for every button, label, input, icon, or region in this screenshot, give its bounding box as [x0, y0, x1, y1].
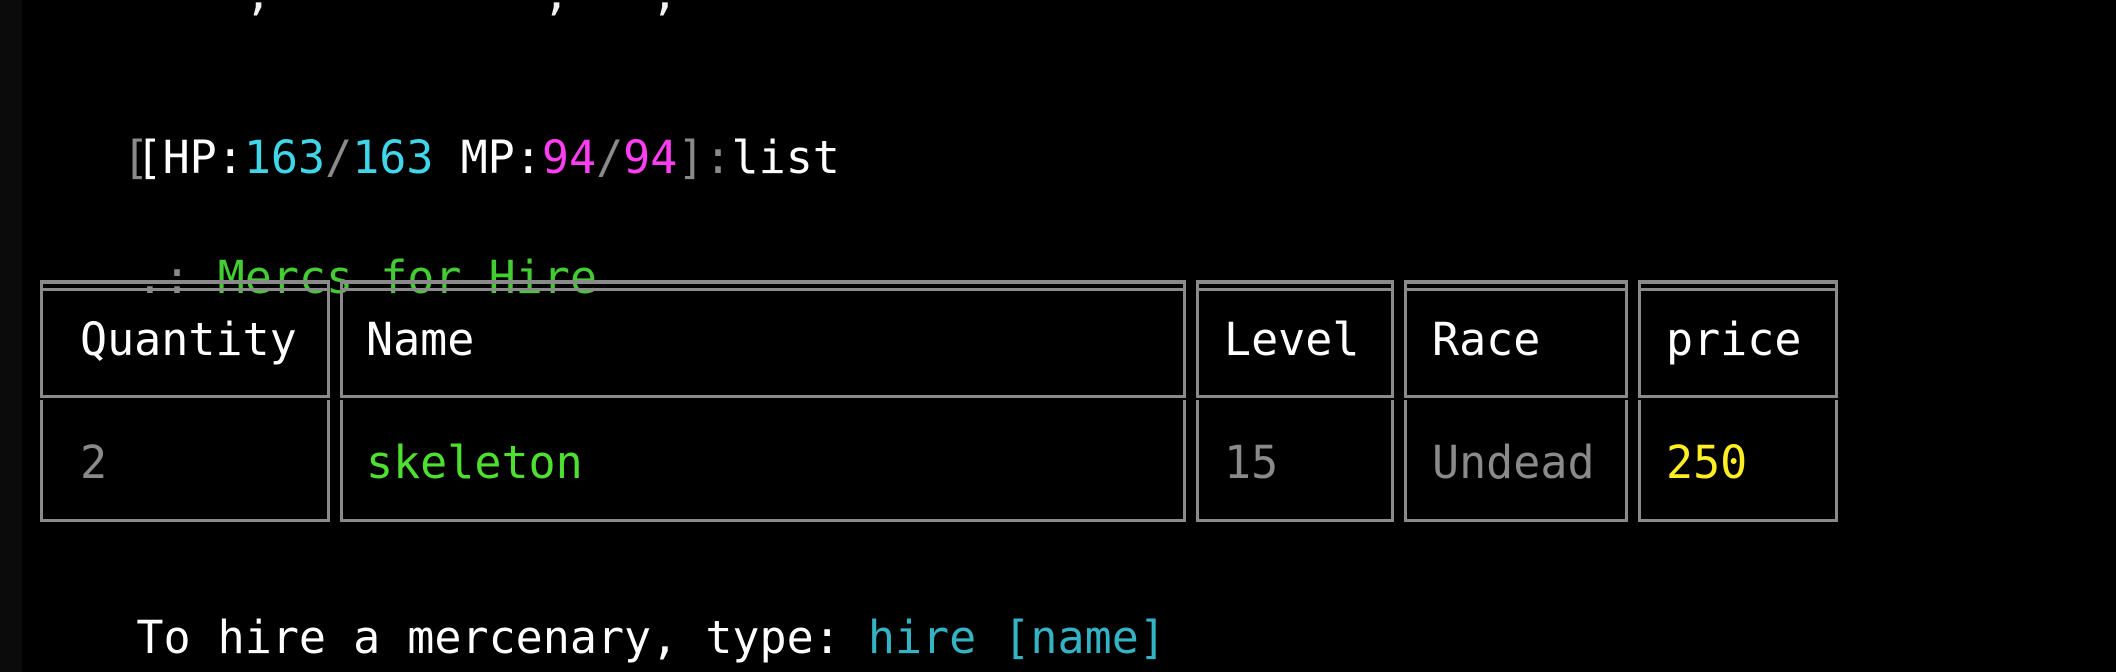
hp-max: 163 [352, 131, 434, 184]
hp-separator: / [325, 131, 353, 184]
header-level: Level [1224, 313, 1360, 366]
mp-current: 94 [541, 131, 597, 184]
header-name: Name [366, 313, 475, 366]
row-quantity: 2 [80, 436, 108, 489]
hp-current: 163 [243, 131, 326, 184]
mp-label: MP: [433, 131, 542, 184]
header-race: Race [1432, 313, 1541, 366]
status-prompt: [[HP:163/163 MP:94/94]:list [14, 74, 840, 184]
terminal-window[interactable]: , , , [[HP:163/163 MP:94/94]:list .: Mer… [0, 0, 2116, 672]
row-name: skeleton [366, 436, 583, 489]
hire-hint-text: To hire a mercenary, type: [136, 611, 868, 664]
prompt-close-bracket: ] [677, 131, 705, 184]
row-race: Undead [1432, 436, 1595, 489]
command-input-text[interactable]: list [732, 131, 840, 184]
mp-separator: / [596, 131, 624, 184]
mp-max: 94 [623, 131, 678, 184]
section-title: .: Mercs for Hire [28, 194, 597, 304]
header-quantity: Quantity [80, 313, 297, 366]
row-price: 250 [1666, 436, 1748, 489]
header-price: price [1666, 313, 1802, 366]
prompt-bracket-inner: [ [135, 131, 163, 184]
previous-output-line: , , , [28, 0, 678, 22]
row-level: 15 [1224, 436, 1279, 489]
hire-command-hint: hire [name] [867, 611, 1166, 664]
hire-hint: To hire a mercenary, type: hire [name] [28, 554, 1166, 664]
prompt-colon: : [704, 131, 732, 184]
hp-label: HP: [162, 131, 244, 184]
